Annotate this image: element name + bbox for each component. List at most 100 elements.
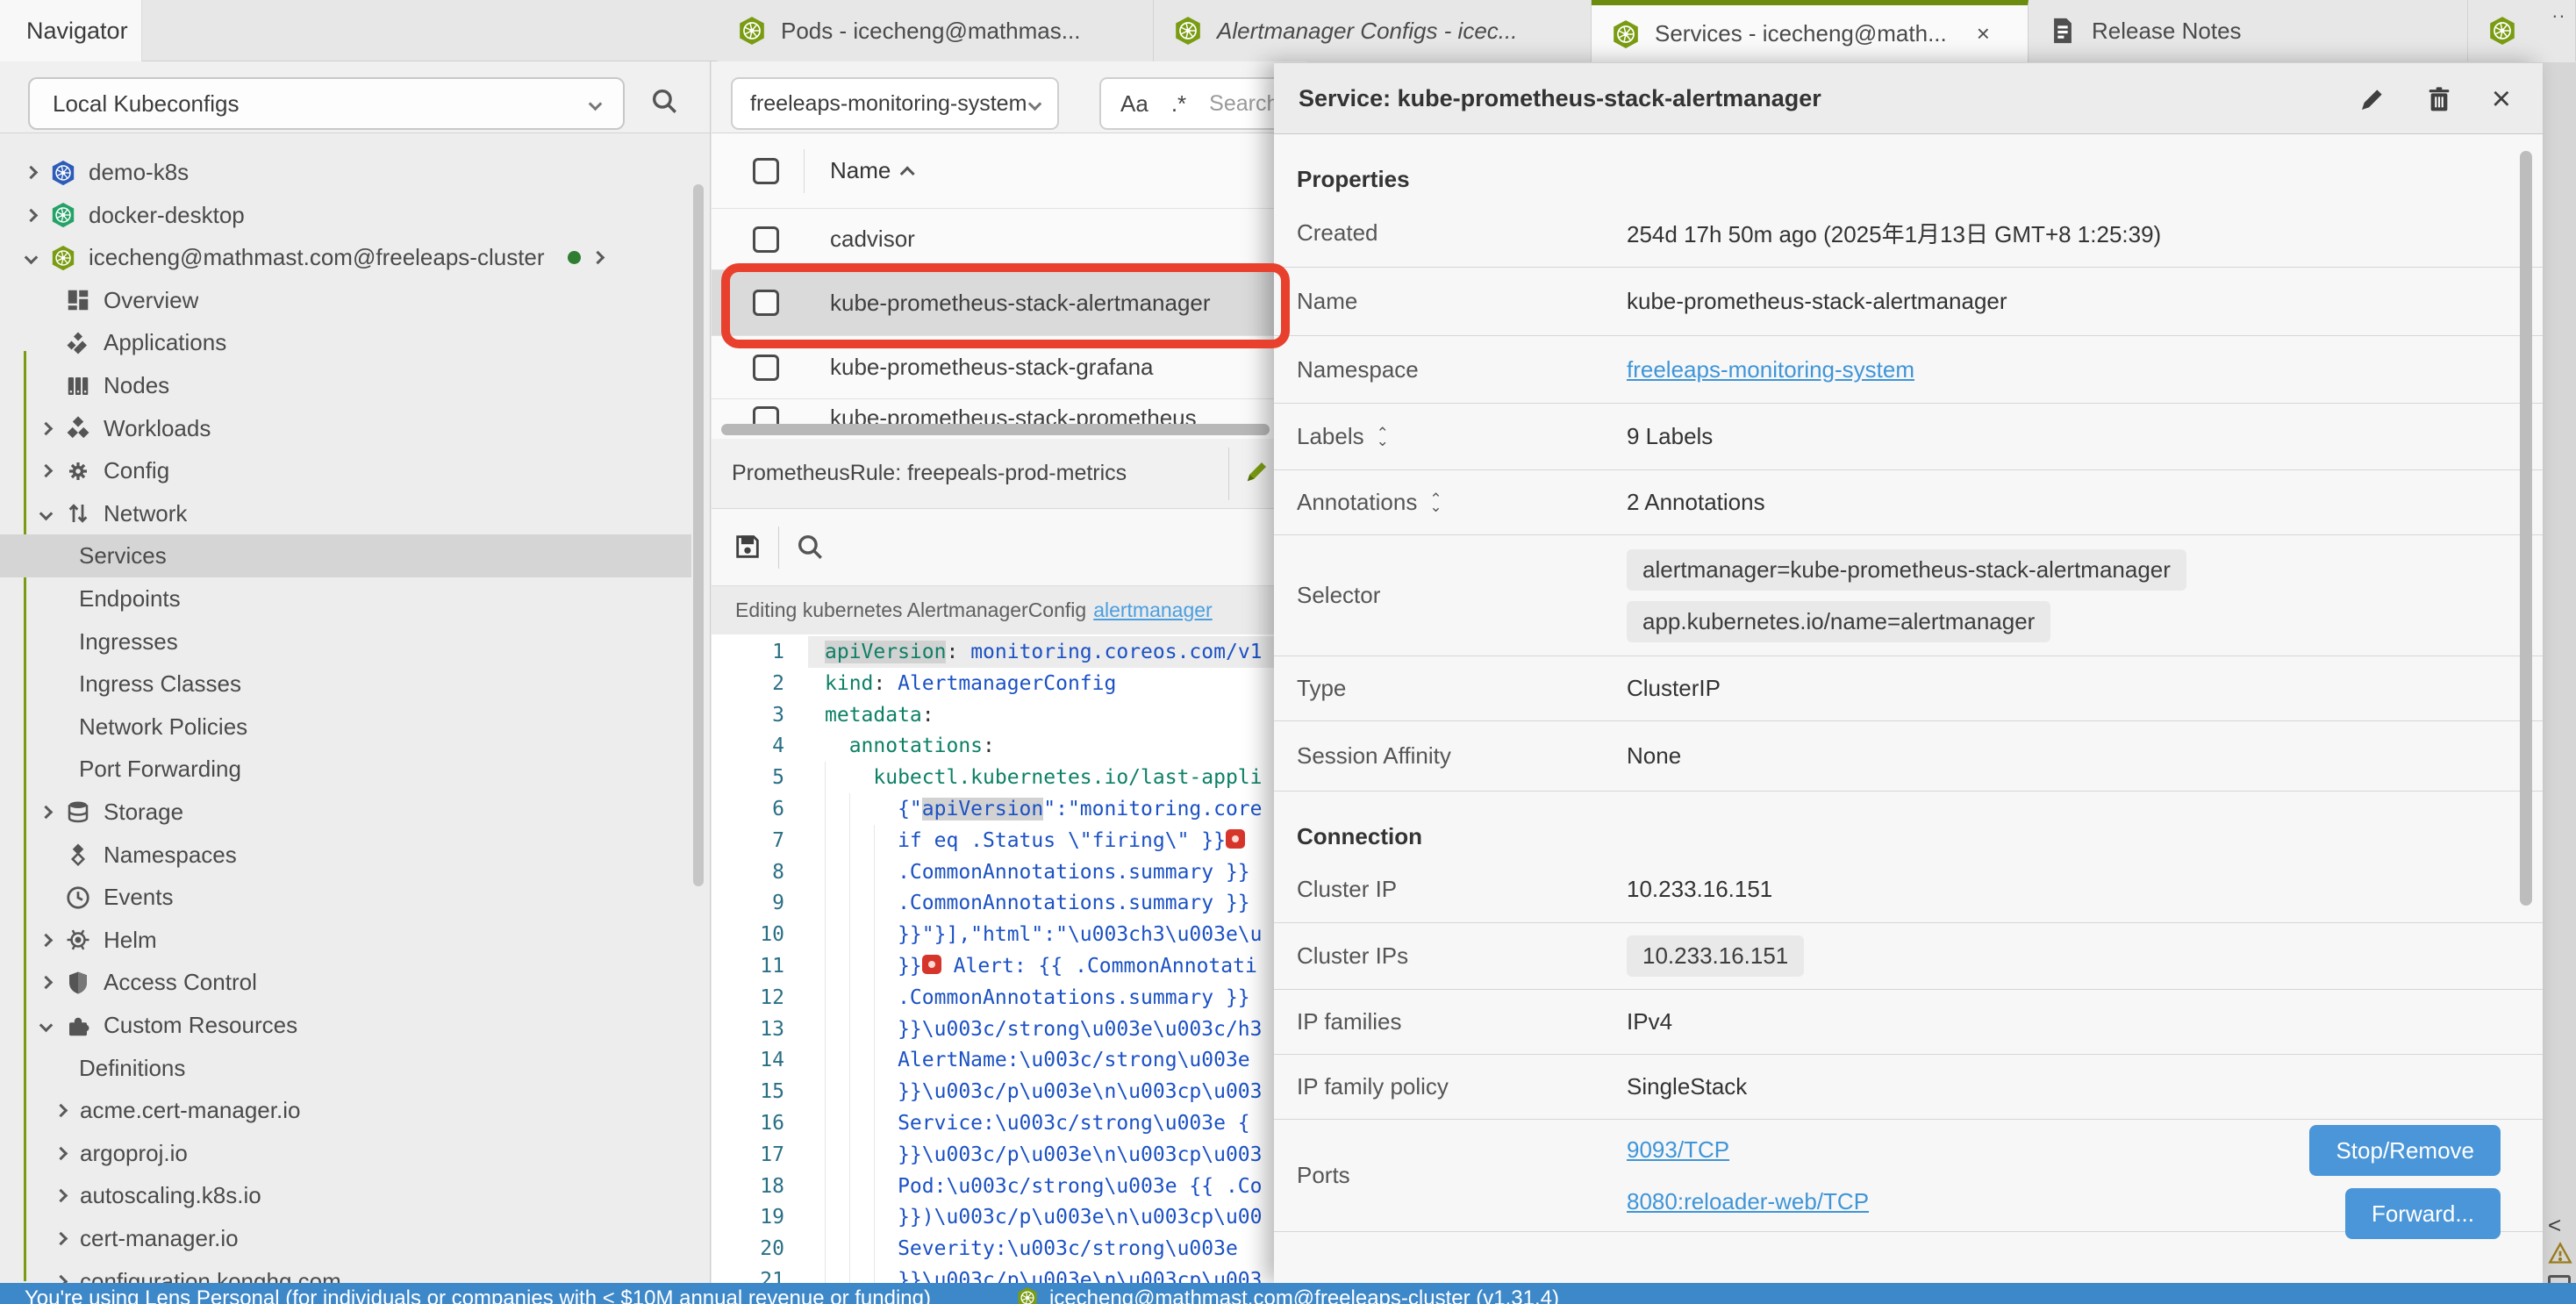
chevron-right-icon[interactable] [25, 208, 39, 222]
chevron-down-icon[interactable] [39, 1019, 54, 1033]
code-line[interactable]: 1apiVersion: monitoring.coreos.com/v1 [712, 636, 1307, 668]
chevron-right-icon[interactable] [39, 464, 54, 478]
search-icon[interactable] [649, 86, 679, 116]
chevron-right-icon[interactable] [54, 1274, 68, 1283]
code-line[interactable]: 7 if eq .Status \"firing\" }} [712, 825, 1307, 856]
sidebar-item-applications[interactable]: Applications [0, 321, 691, 364]
code-line[interactable]: 11 }} Alert: {{ .CommonAnnotati [712, 950, 1307, 982]
tab-partial[interactable]: .. [2468, 0, 2576, 61]
sidebar-item-network[interactable]: Network [0, 492, 691, 535]
code-line[interactable]: 9 .CommonAnnotations.summary }} [712, 887, 1307, 919]
code-line[interactable]: 6 {"apiVersion":"monitoring.core [712, 793, 1307, 825]
sidebar-item-port-forwarding[interactable]: Port Forwarding [0, 748, 691, 791]
row-checkbox[interactable] [753, 406, 779, 424]
tab-pods[interactable]: Pods - icecheng@mathmas... [718, 0, 1154, 61]
edit-icon[interactable] [2358, 85, 2386, 113]
code-line[interactable]: 19 }})\u003c/p\u003e\n\u003cp\u00 [712, 1201, 1307, 1233]
sidebar-item-events[interactable]: Events [0, 876, 691, 919]
sidebar-item-autoscaling-k8s-io[interactable]: autoscaling.k8s.io [0, 1174, 691, 1217]
editor-search-icon[interactable] [795, 532, 825, 562]
sidebar-item-endpoints[interactable]: Endpoints [0, 577, 691, 620]
yaml-editor[interactable]: 1apiVersion: monitoring.coreos.com/v12ki… [712, 634, 1307, 1283]
row-checkbox[interactable] [753, 226, 779, 253]
table-row[interactable]: kube-prometheus-stack-prometheus [712, 399, 1307, 424]
column-header-name[interactable]: Name [830, 157, 891, 184]
code-line[interactable]: 18 Pod:\u003c/strong\u003e {{ .Co [712, 1171, 1307, 1202]
code-line[interactable]: 8 .CommonAnnotations.summary }} [712, 856, 1307, 888]
sidebar-scrollbar[interactable] [693, 184, 704, 886]
chevron-right-icon[interactable] [25, 166, 39, 180]
chevron-right-icon[interactable] [54, 1104, 68, 1118]
sidebar-item-workloads[interactable]: Workloads [0, 407, 691, 450]
port-link[interactable]: 9093/TCP [1627, 1136, 1869, 1164]
kubeconfig-selector[interactable]: Local Kubeconfigs [28, 77, 625, 130]
sidebar-item-custom-resources[interactable]: Custom Resources [0, 1004, 691, 1047]
table-row[interactable]: cadvisor [712, 209, 1307, 270]
sidebar-item-overview[interactable]: Overview [0, 279, 691, 322]
chevron-right-icon[interactable] [54, 1232, 68, 1246]
code-line[interactable]: 4 annotations: [712, 730, 1307, 762]
chevron-down-icon[interactable] [25, 251, 39, 265]
namespace-selector[interactable]: freeleaps-monitoring-system [731, 77, 1059, 130]
code-line[interactable]: 13 }}\u003c/strong\u003e\u003c/h3 [712, 1014, 1307, 1045]
code-line[interactable]: 17 }}\u003c/p\u003e\n\u003cp\u003 [712, 1139, 1307, 1171]
delete-icon[interactable] [2425, 85, 2453, 113]
chevron-down-icon[interactable] [39, 507, 54, 521]
sidebar-item-network-policies[interactable]: Network Policies [0, 706, 691, 749]
panel-scrollbar[interactable] [2520, 151, 2532, 906]
breadcrumb-link[interactable]: alertmanager [1093, 598, 1213, 622]
sidebar-item-ingresses[interactable]: Ingresses [0, 620, 691, 663]
tab-services[interactable]: Services - icecheng@math...× [1592, 0, 2029, 62]
chevron-right-icon[interactable] [590, 251, 605, 265]
sidebar-item-definitions[interactable]: Definitions [0, 1047, 691, 1090]
chevron-right-icon[interactable] [39, 976, 54, 990]
sidebar-item-namespaces[interactable]: Namespaces [0, 834, 691, 877]
code-line[interactable]: 3metadata: [712, 699, 1307, 731]
namespace-link[interactable]: freeleaps-monitoring-system [1627, 356, 1914, 383]
code-line[interactable]: 15 }}\u003c/p\u003e\n\u003cp\u003 [712, 1076, 1307, 1107]
sidebar-item-access-control[interactable]: Access Control [0, 961, 691, 1004]
sidebar-item-services[interactable]: Services [0, 534, 691, 577]
sidebar-item-configuration-konghq-com[interactable]: configuration.konghq.com [0, 1260, 691, 1283]
sidebar-item-ingress-classes[interactable]: Ingress Classes [0, 663, 691, 706]
code-line[interactable]: 14 AlertName:\u003c/strong\u003e [712, 1044, 1307, 1076]
edit-icon[interactable] [1244, 458, 1270, 484]
sidebar-item-nodes[interactable]: Nodes [0, 364, 691, 407]
row-checkbox[interactable] [753, 290, 779, 316]
code-line[interactable]: 16 Service:\u003c/strong\u003e { [712, 1107, 1307, 1139]
match-case-icon[interactable]: Aa [1120, 90, 1148, 118]
close-icon[interactable]: × [2492, 86, 2511, 112]
chevron-right-icon[interactable] [54, 1189, 68, 1203]
chevron-right-icon[interactable] [39, 421, 54, 435]
table-horizontal-scrollbar[interactable] [721, 424, 1270, 435]
sidebar-item-demo-k8s[interactable]: demo-k8s [0, 151, 691, 194]
row-checkbox[interactable] [753, 355, 779, 381]
chevron-right-icon[interactable] [39, 806, 54, 820]
sidebar-item-argoproj-io[interactable]: argoproj.io [0, 1132, 691, 1175]
sidebar-item-config[interactable]: Config [0, 449, 691, 492]
close-icon[interactable]: × [1977, 20, 1990, 47]
sidebar-item-acme-cert-manager-io[interactable]: acme.cert-manager.io [0, 1089, 691, 1132]
navigator-tab[interactable]: Navigator [0, 0, 142, 61]
chevron-right-icon[interactable] [39, 934, 54, 948]
stop-remove-button[interactable]: Stop/Remove [2309, 1125, 2501, 1176]
forward-button[interactable]: Forward... [2345, 1188, 2501, 1239]
code-line[interactable]: 2kind: AlertmanagerConfig [712, 668, 1307, 699]
expand-toggle-icon[interactable]: ⌃⌄ [1377, 429, 1389, 445]
active-cluster-status[interactable]: icecheng@mathmast.com@freeleaps-cluster … [1049, 1286, 1559, 1304]
save-icon[interactable] [733, 532, 762, 562]
chevron-right-icon[interactable] [54, 1147, 68, 1161]
chevron-left-icon[interactable]: < [2548, 1212, 2561, 1239]
sidebar-item-helm[interactable]: Helm [0, 919, 691, 962]
code-line[interactable]: 20 Severity:\u003c/strong\u003e [712, 1233, 1307, 1265]
regex-icon[interactable]: .* [1171, 90, 1186, 118]
select-all-checkbox[interactable] [753, 158, 779, 184]
sidebar-item-docker-desktop[interactable]: docker-desktop [0, 194, 691, 237]
code-line[interactable]: 5 kubectl.kubernetes.io/last-appli [712, 762, 1307, 793]
table-row[interactable]: kube-prometheus-stack-grafana [712, 336, 1307, 399]
tab-alertmanager[interactable]: Alertmanager Configs - icec... [1154, 0, 1592, 61]
code-line[interactable]: 10 }}"}],"html":"\u003ch3\u003e\u [712, 919, 1307, 950]
port-link[interactable]: 8080:reloader-web/TCP [1627, 1188, 1869, 1215]
sort-ascending-icon[interactable] [900, 166, 915, 181]
code-line[interactable]: 12 .CommonAnnotations.summary }} [712, 982, 1307, 1014]
